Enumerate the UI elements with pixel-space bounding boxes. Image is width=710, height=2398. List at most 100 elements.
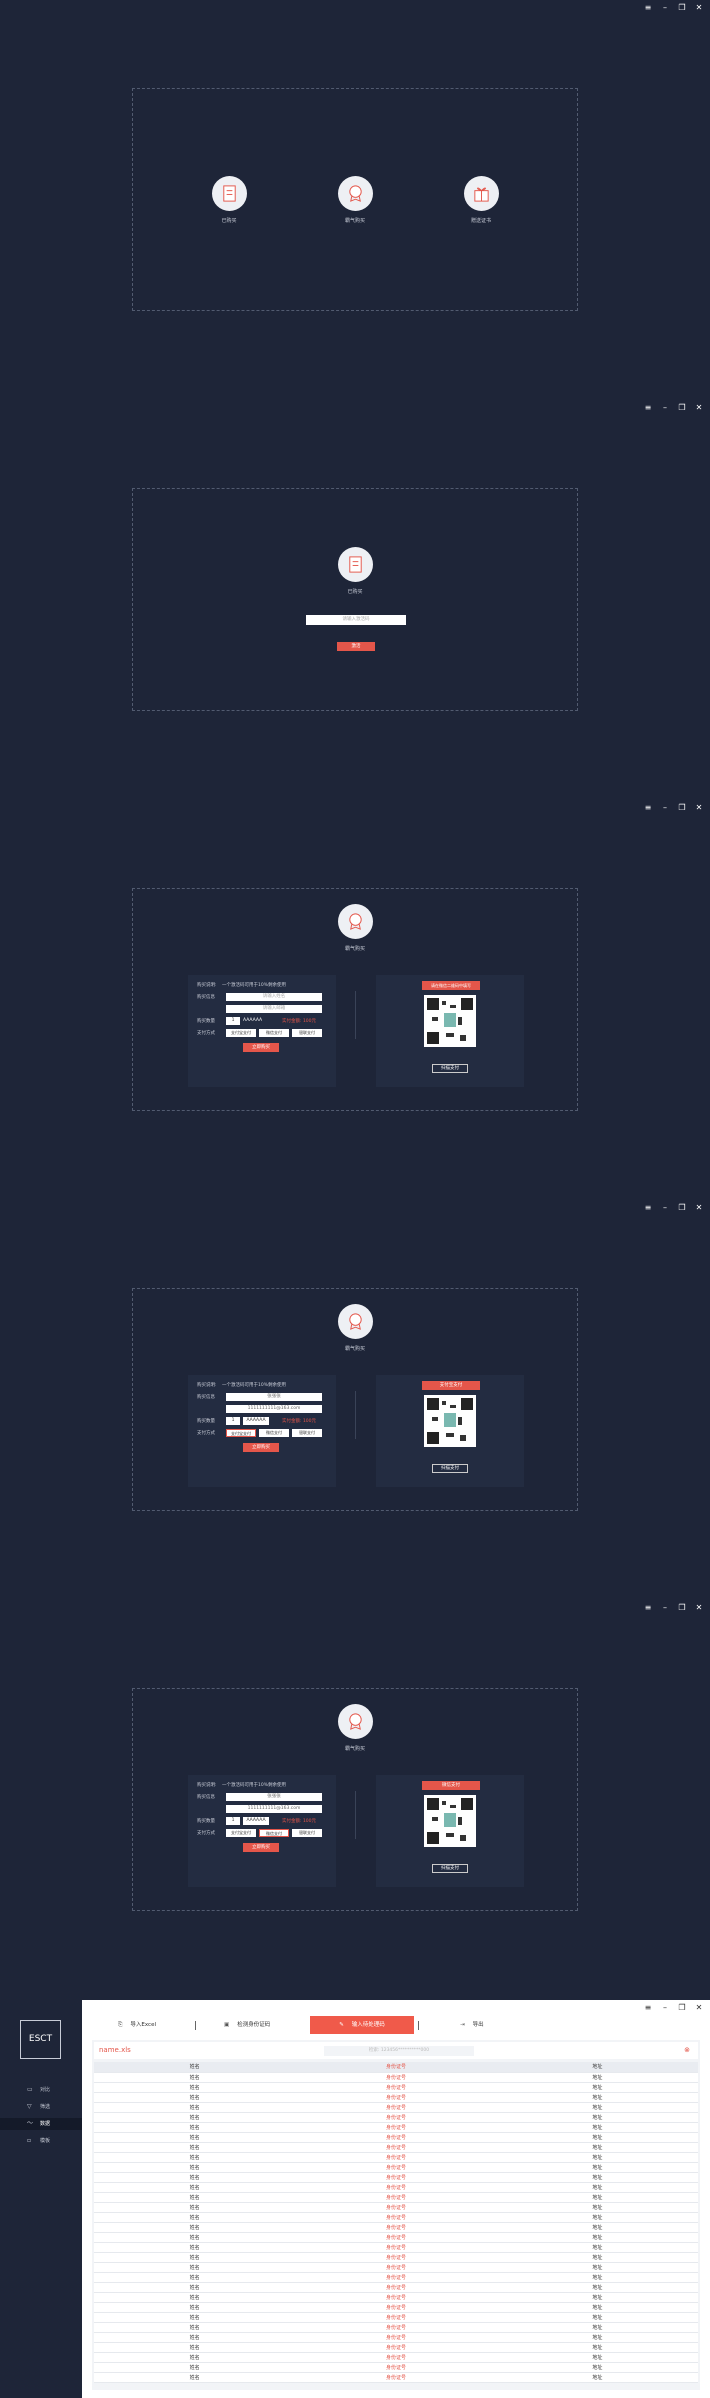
table-row[interactable]: 姓名 身份证号 地址: [94, 2362, 698, 2373]
table-row[interactable]: 姓名 身份证号 地址: [94, 2222, 698, 2233]
minimize-icon[interactable]: –: [660, 2003, 670, 2013]
submit-button[interactable]: 立即购买: [243, 1043, 279, 1052]
menu-icon[interactable]: ≡: [643, 803, 653, 813]
table-row[interactable]: 姓名 身份证号 地址: [94, 2312, 698, 2323]
table-cell: 地址: [496, 2132, 698, 2143]
table-row[interactable]: 姓名 身份证号 地址: [94, 2202, 698, 2213]
table-row[interactable]: 姓名 身份证号 地址: [94, 2102, 698, 2113]
table-cell: 姓名: [94, 2082, 296, 2093]
pay-unionpay[interactable]: 银联支付: [292, 1829, 322, 1837]
table-row[interactable]: 姓名 身份证号 地址: [94, 2252, 698, 2263]
name-input[interactable]: 请输入姓名: [226, 993, 322, 1001]
tab-check-id[interactable]: ▣ 检测身份证码: [224, 2016, 270, 2034]
restore-icon[interactable]: ❐: [677, 403, 687, 413]
tab-export[interactable]: ⇥ 导出: [460, 2016, 484, 2034]
table-row[interactable]: 姓名 身份证号 地址: [94, 2302, 698, 2313]
minimize-icon[interactable]: –: [660, 1203, 670, 1213]
sidebar-item-filter[interactable]: ▽ 筛选: [0, 2101, 82, 2113]
menu-icon[interactable]: ≡: [643, 2003, 653, 2013]
restore-icon[interactable]: ❐: [677, 1603, 687, 1613]
table-row[interactable]: 姓名 身份证号 地址: [94, 2232, 698, 2243]
pay-alipay[interactable]: 支付宝支付: [226, 1429, 256, 1437]
close-icon[interactable]: ✕: [694, 803, 704, 813]
table-row[interactable]: 姓名 身份证号 地址: [94, 2092, 698, 2103]
table-row[interactable]: 姓名 身份证号 地址: [94, 2372, 698, 2383]
pay-alipay[interactable]: 支付宝支付: [226, 1829, 256, 1837]
qty-input[interactable]: 1: [226, 1017, 240, 1025]
menu-icon[interactable]: ≡: [643, 403, 653, 413]
submit-button[interactable]: 立即购买: [243, 1843, 279, 1852]
scan-pay-button[interactable]: 扫描支付: [432, 1464, 468, 1473]
table-row[interactable]: 姓名 身份证号 地址: [94, 2242, 698, 2253]
activation-code-input[interactable]: 请输入激活码: [306, 615, 406, 625]
name-input[interactable]: 张张张: [226, 1793, 322, 1801]
scan-pay-button[interactable]: 扫描支付: [432, 1864, 468, 1873]
table-row[interactable]: 姓名 身份证号 地址: [94, 2352, 698, 2363]
pay-unionpay[interactable]: 银联支付: [292, 1429, 322, 1437]
table-row[interactable]: 姓名 身份证号 地址: [94, 2122, 698, 2133]
close-icon[interactable]: ✕: [694, 1603, 704, 1613]
minimize-icon[interactable]: –: [660, 3, 670, 13]
table-row[interactable]: 姓名 身份证号 地址: [94, 2162, 698, 2173]
sidebar-item-compare[interactable]: ▭ 对比: [0, 2084, 82, 2096]
minimize-icon[interactable]: –: [660, 403, 670, 413]
table-row[interactable]: 姓名 身份证号 地址: [94, 2192, 698, 2203]
table-row[interactable]: 姓名 身份证号 地址: [94, 2142, 698, 2153]
column-header: 地址: [496, 2062, 698, 2073]
table-row[interactable]: 姓名 身份证号 地址: [94, 2342, 698, 2353]
table-row[interactable]: 姓名 身份证号 地址: [94, 2132, 698, 2143]
sidebar-item-data[interactable]: 〜数据: [0, 2118, 82, 2130]
table-row[interactable]: 姓名 身份证号 地址: [94, 2182, 698, 2193]
scan-pay-button[interactable]: 扫描支付: [432, 1064, 468, 1073]
option-buy[interactable]: [338, 176, 373, 211]
pay-unionpay[interactable]: 银联支付: [292, 1029, 322, 1037]
qr-hint: 支付宝支付: [422, 1381, 480, 1390]
restore-icon[interactable]: ❐: [677, 1203, 687, 1213]
tab-input-code[interactable]: ✎ 输入待处理码: [310, 2016, 414, 2034]
table-row[interactable]: 姓名 身份证号 地址: [94, 2112, 698, 2123]
close-icon[interactable]: ✕: [694, 3, 704, 13]
table-row[interactable]: 姓名 身份证号 地址: [94, 2172, 698, 2183]
qty-input[interactable]: 1: [226, 1817, 240, 1825]
minimize-icon[interactable]: –: [660, 1603, 670, 1613]
restore-icon[interactable]: ❐: [677, 2003, 687, 2013]
table-row[interactable]: 姓名 身份证号 地址: [94, 2272, 698, 2283]
table-row[interactable]: 姓名 身份证号 地址: [94, 2292, 698, 2303]
pay-alipay[interactable]: 支付宝支付: [226, 1029, 256, 1037]
table-row[interactable]: 姓名 身份证号 地址: [94, 2212, 698, 2223]
close-icon[interactable]: ✕: [694, 1203, 704, 1213]
activate-button[interactable]: 激活: [337, 642, 375, 651]
pay-wechat[interactable]: 微信支付: [259, 1029, 289, 1037]
submit-button[interactable]: 立即购买: [243, 1443, 279, 1452]
restore-icon[interactable]: ❐: [677, 803, 687, 813]
table-row[interactable]: 姓名 身份证号 地址: [94, 2332, 698, 2343]
restore-icon[interactable]: ❐: [677, 3, 687, 13]
email-input[interactable]: 1111111111@163.com: [226, 1805, 322, 1813]
tab-import-excel[interactable]: ⎘ 导入Excel: [118, 2016, 156, 2034]
pay-wechat[interactable]: 微信支付: [259, 1829, 289, 1837]
table-row[interactable]: 姓名 身份证号 地址: [94, 2072, 698, 2083]
qty-input[interactable]: 1: [226, 1417, 240, 1425]
close-file-icon[interactable]: ⊗: [684, 2042, 690, 2059]
search-input[interactable]: 检索: 123456**********000: [324, 2046, 474, 2056]
minimize-icon[interactable]: –: [660, 803, 670, 813]
table-row[interactable]: 姓名 身份证号 地址: [94, 2262, 698, 2273]
menu-icon[interactable]: ≡: [643, 1203, 653, 1213]
table-cell: 身份证号: [295, 2162, 497, 2173]
menu-icon[interactable]: ≡: [643, 1603, 653, 1613]
email-input[interactable]: 1111111111@163.com: [226, 1405, 322, 1413]
option-purchased[interactable]: [212, 176, 247, 211]
close-icon[interactable]: ✕: [694, 403, 704, 413]
menu-icon[interactable]: ≡: [643, 3, 653, 13]
option-gift[interactable]: [464, 176, 499, 211]
close-icon[interactable]: ✕: [694, 2003, 704, 2013]
table-row[interactable]: 姓名 身份证号 地址: [94, 2082, 698, 2093]
table-row[interactable]: 姓名 身份证号 地址: [94, 2282, 698, 2293]
name-input[interactable]: 张张张: [226, 1393, 322, 1401]
pay-wechat[interactable]: 微信支付: [259, 1429, 289, 1437]
sidebar-item-template[interactable]: ▫ 模板: [0, 2135, 82, 2147]
table-row[interactable]: 姓名 身份证号 地址: [94, 2322, 698, 2333]
table-cell: 姓名: [94, 2272, 296, 2283]
table-row[interactable]: 姓名 身份证号 地址: [94, 2152, 698, 2163]
email-input[interactable]: 请输入邮箱: [226, 1005, 322, 1013]
